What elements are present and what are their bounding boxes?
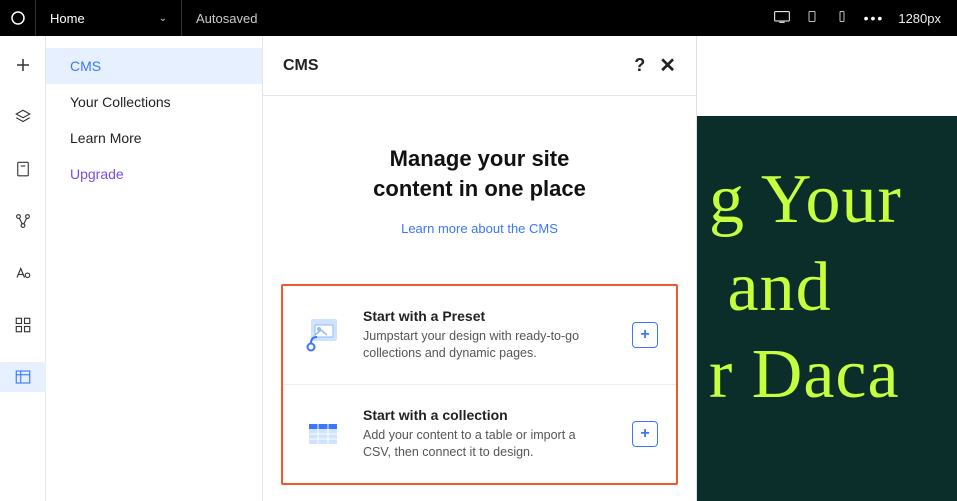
chevron-down-icon: ⌄ <box>159 13 167 24</box>
help-icon[interactable]: ? <box>634 55 645 76</box>
option-desc: Add your content to a table or import a … <box>363 427 593 461</box>
tablet-icon[interactable] <box>804 11 820 26</box>
learn-more-link[interactable]: Learn more about the CMS <box>401 221 558 236</box>
option-start-preset[interactable]: Start with a Preset Jumpstart your desig… <box>283 286 676 384</box>
hero-text: g Your and r Daca <box>709 156 957 419</box>
sidebar-item-label: Your Collections <box>70 94 171 110</box>
desktop-icon[interactable] <box>774 11 790 26</box>
getting-started-options: Start with a Preset Jumpstart your desig… <box>281 284 678 485</box>
add-collection-button[interactable]: + <box>632 421 658 447</box>
close-icon[interactable]: ✕ <box>659 56 676 76</box>
panel-intro-heading: Manage your site content in one place <box>303 144 656 203</box>
rail-pages[interactable] <box>0 154 46 184</box>
panel-title: CMS <box>283 57 319 75</box>
sidebar-item-collections[interactable]: Your Collections <box>46 84 262 120</box>
sidebar-item-label: CMS <box>70 58 101 74</box>
more-icon[interactable]: ••• <box>864 10 885 26</box>
canvas-preview[interactable]: g Your and r Daca <box>697 36 957 501</box>
app-logo[interactable] <box>0 0 36 36</box>
preset-icon <box>301 313 345 357</box>
sidebar-item-label: Learn More <box>70 130 142 146</box>
rail-typography[interactable] <box>0 258 46 288</box>
rail-cms[interactable] <box>0 362 46 392</box>
option-desc: Jumpstart your design with ready-to-go c… <box>363 328 593 362</box>
sidebar-item-upgrade[interactable]: Upgrade <box>46 156 262 192</box>
rail-apps[interactable] <box>0 310 46 340</box>
mobile-icon[interactable] <box>834 11 850 26</box>
collection-icon <box>301 412 345 456</box>
breakpoint-label[interactable]: 1280px <box>898 11 957 26</box>
rail-add[interactable] <box>0 50 46 80</box>
sidebar-item-cms[interactable]: CMS <box>46 48 262 84</box>
sidebar-item-label: Upgrade <box>70 166 124 182</box>
rail-connections[interactable] <box>0 206 46 236</box>
option-title: Start with a collection <box>363 407 614 423</box>
rail-layers[interactable] <box>0 102 46 132</box>
sidebar-item-learn-more[interactable]: Learn More <box>46 120 262 156</box>
option-title: Start with a Preset <box>363 308 614 324</box>
autosave-status: Autosaved <box>182 11 271 26</box>
page-dropdown-label: Home <box>50 11 85 26</box>
page-dropdown[interactable]: Home ⌄ <box>36 0 182 36</box>
add-preset-button[interactable]: + <box>632 322 658 348</box>
option-start-collection[interactable]: Start with a collection Add your content… <box>283 384 676 483</box>
